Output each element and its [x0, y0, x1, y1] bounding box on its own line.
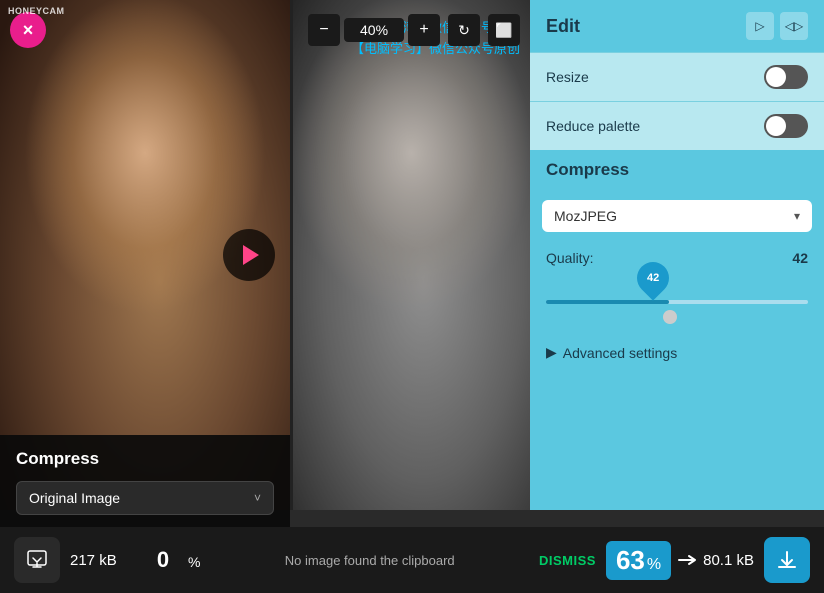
right-panel: Edit ▷ ◁▷ Resize Reduce palette Compress…	[530, 0, 824, 510]
reduce-palette-toggle-knob	[766, 116, 786, 136]
panel-icon2: ◁▷	[785, 19, 803, 33]
compress-panel-title: Compress	[16, 449, 274, 469]
reduce-palette-section: Reduce palette	[530, 101, 824, 150]
compress-percent-box: 63 %	[606, 541, 671, 580]
compressed-size: 80.1 kB	[703, 552, 754, 569]
play-button[interactable]	[223, 229, 275, 281]
advanced-chevron-icon: ▶	[546, 344, 557, 361]
crop-button[interactable]: ⬜	[488, 14, 520, 46]
reduce-palette-label: Reduce palette	[546, 118, 640, 134]
slider-thumb-value: 42	[647, 272, 659, 284]
resize-toggle[interactable]	[764, 65, 808, 89]
rotate-icon: ↻	[458, 22, 470, 39]
quality-section: Quality: 42 42	[530, 242, 824, 336]
download-icon	[776, 549, 798, 571]
resize-toggle-knob	[766, 67, 786, 87]
resize-section: Resize	[530, 52, 824, 101]
comparison-divider	[290, 0, 293, 510]
compress-percent: 63	[616, 545, 645, 576]
codec-dropdown[interactable]: MozJPEG ▾	[542, 200, 812, 232]
zoom-unit: %	[376, 22, 388, 38]
edit-header-icons: ▷ ◁▷	[746, 12, 808, 40]
reduce-palette-toggle[interactable]	[764, 114, 808, 138]
compress-panel: Compress Original Image ˅	[0, 435, 290, 527]
zoom-out-button[interactable]: −	[308, 14, 340, 46]
edit-header: Edit ▷ ◁▷	[530, 0, 824, 52]
zoom-in-button[interactable]: +	[408, 14, 440, 46]
quality-row: Quality: 42	[546, 250, 808, 266]
resize-label: Resize	[546, 69, 589, 85]
quality-slider-track	[546, 300, 808, 304]
panel-icon2-button[interactable]: ◁▷	[780, 12, 808, 40]
compress-header: Compress	[530, 150, 824, 190]
source-dropdown-arrow: ˅	[254, 491, 261, 505]
download-button[interactable]	[764, 537, 810, 583]
arrow-right-icon	[677, 552, 697, 568]
panel-icon1-button[interactable]: ▷	[746, 12, 774, 40]
original-percent-sign: %	[188, 554, 200, 570]
no-image-message: No image found the clipboard	[210, 553, 529, 568]
source-dropdown-label: Original Image	[29, 490, 120, 506]
compress-stats: 63 % 80.1 kB	[606, 541, 754, 580]
quality-slider-container: 42	[546, 274, 808, 324]
app-badge: HONEYCAM	[8, 6, 65, 16]
panel-icon1: ▷	[755, 19, 764, 33]
original-size: 217 kB	[70, 552, 130, 569]
play-icon	[243, 245, 259, 265]
source-dropdown[interactable]: Original Image ˅	[16, 481, 274, 515]
photo-right-panel	[293, 0, 530, 510]
crop-icon: ⬜	[495, 22, 512, 39]
image-area: 【荔枝港湾】微信公众号原创 【电脑学习】微信公众号原创	[0, 0, 530, 510]
close-button[interactable]: ×	[10, 12, 46, 48]
quality-label: Quality:	[546, 250, 593, 266]
import-icon	[26, 549, 48, 571]
codec-dropdown-arrow: ▾	[794, 209, 800, 223]
zoom-controls: − 40% +	[308, 14, 440, 46]
quality-value-display: 42	[792, 250, 808, 266]
codec-dropdown-label: MozJPEG	[554, 208, 617, 224]
original-percent-container: 0 %	[140, 547, 200, 573]
quality-slider-fill	[546, 300, 669, 304]
compress-percent-sign: %	[647, 556, 661, 574]
dismiss-button[interactable]: DISMISS	[539, 553, 596, 568]
rotate-button[interactable]: ↻	[448, 14, 480, 46]
compress-title: Compress	[546, 160, 629, 179]
advanced-settings-label: Advanced settings	[563, 345, 677, 361]
quality-slider-handle[interactable]	[663, 310, 677, 324]
advanced-settings-button[interactable]: ▶ Advanced settings	[530, 336, 693, 369]
edit-title: Edit	[546, 16, 580, 37]
original-percent: 0	[140, 547, 186, 573]
import-button[interactable]	[14, 537, 60, 583]
zoom-display: 40%	[344, 18, 404, 42]
zoom-value: 40	[360, 22, 376, 38]
toolbar: × − 40% + ↻ ⬜	[0, 0, 530, 60]
bottom-bar: 217 kB 0 % No image found the clipboard …	[0, 527, 824, 593]
